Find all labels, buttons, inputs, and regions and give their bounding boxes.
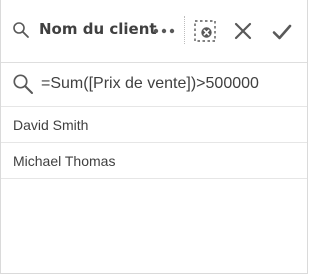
toolbar-divider	[184, 16, 185, 44]
list-item-label: David Smith	[13, 116, 89, 133]
list-item-label: Michael Thomas	[13, 152, 116, 169]
confirm-selection-button[interactable]	[270, 21, 294, 43]
list-item[interactable]: David Smith	[1, 107, 307, 143]
search-input[interactable]	[41, 71, 299, 97]
listbox-panel: Nom du client =Sum([Prix de vente])>5000…	[0, 0, 308, 274]
more-options-icon	[153, 28, 175, 34]
checkmark-icon	[272, 24, 292, 40]
clear-selection-icon	[201, 27, 212, 38]
search-row	[1, 63, 307, 107]
search-icon	[13, 74, 33, 94]
panel-header: Nom du client	[1, 0, 307, 63]
close-icon	[234, 22, 252, 40]
field-title: Nom du client	[39, 20, 157, 38]
list-item[interactable]: Michael Thomas	[1, 143, 307, 179]
value-list: David Smith Michael Thomas	[1, 107, 307, 179]
clear-selection-button[interactable]	[193, 19, 217, 43]
more-options-button[interactable]	[150, 20, 178, 42]
search-icon	[13, 22, 29, 38]
cancel-selection-button[interactable]	[232, 20, 254, 42]
